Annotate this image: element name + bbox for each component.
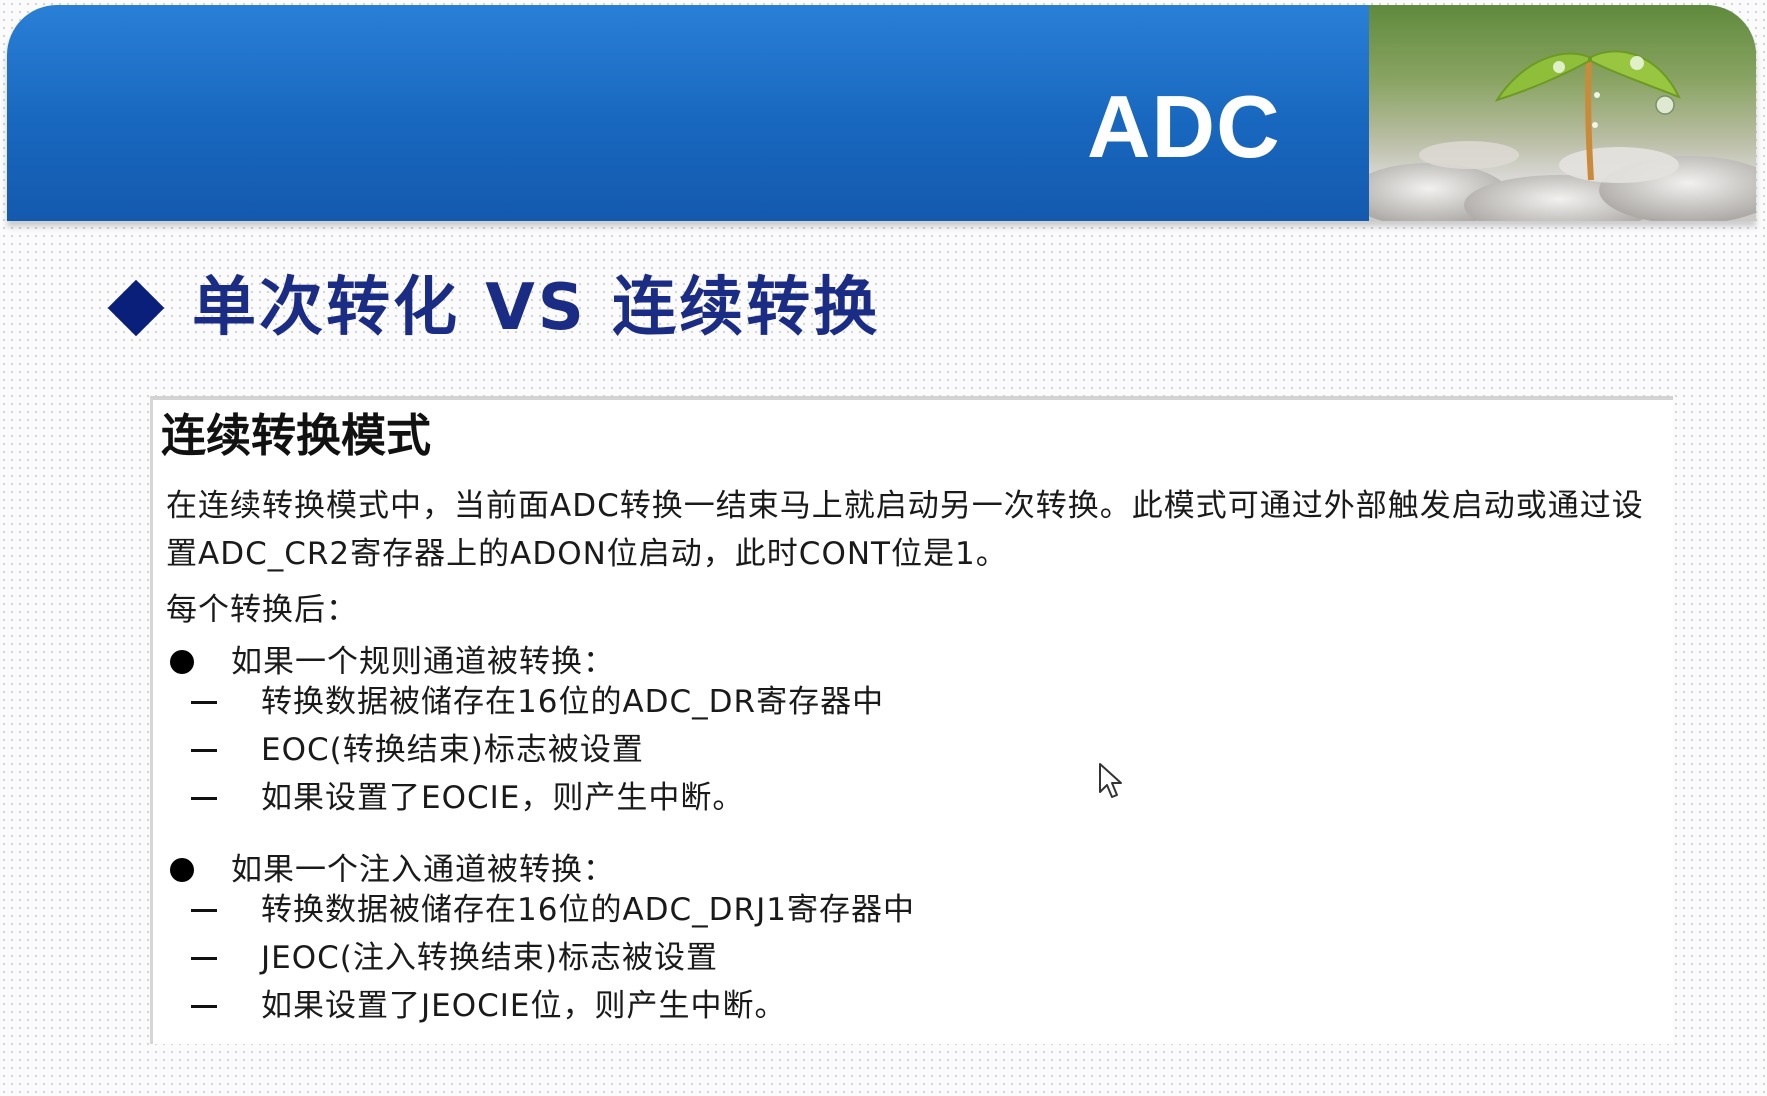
mode-description: 在连续转换模式中，当前面ADC转换一结束马上就启动另一次转换。此模式可通过外部触… <box>166 488 1644 572</box>
list-item: EOC(转换结束)标志被设置 <box>261 732 644 768</box>
injected-channel-bullet: 如果一个注入通道被转换： <box>231 852 615 888</box>
diamond-bullet-icon <box>107 279 165 337</box>
intro-text: 每个转换后： <box>166 592 358 628</box>
bullet-dot-icon <box>170 650 194 674</box>
panel-title: 连续转换模式 <box>161 409 432 462</box>
slide-heading: 单次转化 VS 连续转换 <box>107 268 881 348</box>
bullet-dot-icon <box>170 858 194 882</box>
dash-icon <box>191 701 217 704</box>
header-title: ADC <box>1087 77 1281 176</box>
regular-channel-bullet: 如果一个规则通道被转换： <box>231 644 615 680</box>
dash-icon <box>191 797 217 800</box>
seedling-photo <box>1369 5 1756 221</box>
header-banner: ADC <box>7 5 1756 221</box>
dash-icon <box>191 909 217 912</box>
dash-icon <box>191 957 217 960</box>
list-item: JEOC(注入转换结束)标志被设置 <box>261 940 718 976</box>
list-item: 如果设置了EOCIE，则产生中断。 <box>261 780 745 816</box>
dash-icon <box>191 1005 217 1008</box>
slide-heading-text: 单次转化 VS 连续转换 <box>192 271 881 345</box>
content-panel: 连续转换模式 在连续转换模式中，当前面ADC转换一结束马上就启动另一次转换。此模… <box>150 396 1673 1044</box>
list-item: 转换数据被储存在16位的ADC_DR寄存器中 <box>261 684 885 720</box>
dash-icon <box>191 749 217 752</box>
list-item: 如果设置了JEOCIE位，则产生中断。 <box>261 988 787 1024</box>
list-item: 转换数据被储存在16位的ADC_DRJ1寄存器中 <box>261 892 915 928</box>
mouse-cursor-icon <box>1099 763 1122 798</box>
